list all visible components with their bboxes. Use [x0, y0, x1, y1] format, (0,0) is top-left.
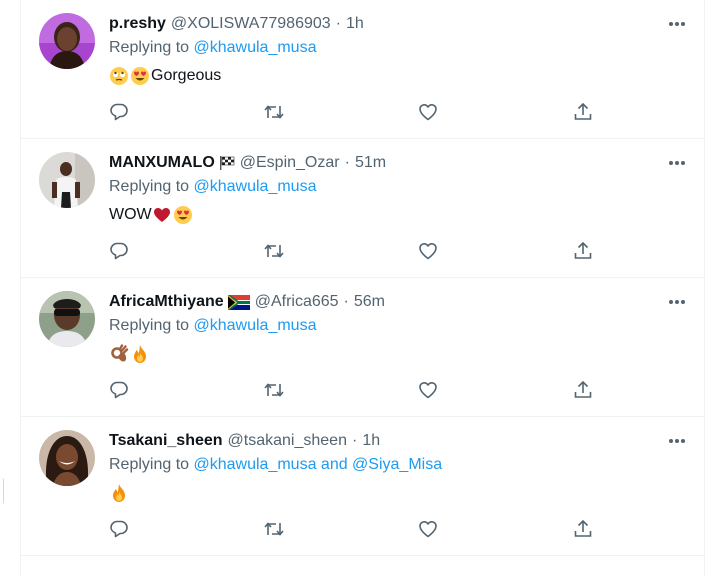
replying-to-label: Replying to: [109, 178, 194, 195]
mention-link[interactable]: @khawula_musa and @Siya_Misa: [194, 456, 443, 473]
action-bar: [21, 100, 704, 124]
tweet-text: [109, 342, 151, 366]
reply-button[interactable]: [107, 378, 131, 402]
like-icon: [419, 382, 437, 399]
timestamp[interactable]: 1h: [362, 432, 380, 450]
scroll-edge: [0, 478, 4, 504]
like-button[interactable]: [416, 239, 440, 263]
more-horizontal-icon: [669, 161, 685, 165]
share-button[interactable]: [571, 100, 595, 124]
separator-dot: ·: [343, 293, 349, 310]
checkered-flag-emoji: [219, 155, 235, 171]
action-bar: [21, 517, 704, 541]
timestamp[interactable]: 1h: [346, 15, 364, 33]
more-options-button[interactable]: [666, 431, 688, 451]
reply-button[interactable]: [107, 239, 131, 263]
avatar[interactable]: [39, 152, 95, 208]
tweet-reply[interactable]: MANXUMALO @Espin_Ozar · 51m Replying to …: [21, 139, 704, 278]
timestamp[interactable]: 56m: [354, 293, 385, 311]
south-africa-flag-emoji: [227, 294, 250, 310]
replying-to: Replying to @khawula_musa: [109, 317, 316, 335]
reply-icon: [110, 381, 128, 399]
retweet-button[interactable]: [262, 239, 286, 263]
heart-eyes-emoji: [173, 205, 193, 225]
replying-to: Replying to @khawula_musa: [109, 178, 316, 196]
author-name[interactable]: p.reshy: [109, 15, 166, 33]
retweet-icon: [264, 244, 284, 258]
share-icon: [574, 241, 592, 259]
more-options-button[interactable]: [666, 14, 688, 34]
like-icon: [419, 243, 437, 260]
reply-icon: [110, 103, 128, 121]
like-button[interactable]: [416, 378, 440, 402]
timestamp[interactable]: 51m: [355, 154, 386, 172]
more-options-button[interactable]: [666, 292, 688, 312]
replies-column: p.reshy @XOLISWA77986903 · 1h Replying t…: [20, 0, 705, 576]
more-horizontal-icon: [669, 300, 685, 304]
retweet-button[interactable]: [262, 517, 286, 541]
share-button[interactable]: [571, 378, 595, 402]
separator-dot: ·: [351, 432, 358, 449]
author-name[interactable]: AfricaMthiyane: [109, 293, 224, 311]
reply-icon: [110, 242, 128, 260]
tweet-text-body: Gorgeous: [151, 67, 222, 84]
retweet-button[interactable]: [262, 378, 286, 402]
reply-button[interactable]: [107, 100, 131, 124]
action-bar: [21, 378, 704, 402]
author-handle[interactable]: @Africa665: [255, 293, 339, 311]
like-icon: [419, 521, 437, 538]
replying-to: Replying to @khawula_musa and @Siya_Misa: [109, 456, 442, 474]
replying-to-label: Replying to: [109, 39, 194, 56]
tweet-text: [109, 481, 130, 505]
reply-icon: [110, 520, 128, 538]
replying-to-label: Replying to: [109, 317, 194, 334]
mention-link[interactable]: @khawula_musa: [194, 178, 317, 195]
fire-emoji: [130, 344, 150, 364]
reply-button[interactable]: [107, 517, 131, 541]
retweet-icon: [264, 522, 284, 536]
replying-to: Replying to @khawula_musa: [109, 39, 316, 57]
avatar[interactable]: [39, 430, 95, 486]
more-options-button[interactable]: [666, 153, 688, 173]
tweet-reply[interactable]: p.reshy @XOLISWA77986903 · 1h Replying t…: [21, 0, 704, 139]
avatar[interactable]: [39, 291, 95, 347]
share-icon: [574, 519, 592, 537]
fire-emoji: [109, 483, 129, 503]
share-button[interactable]: [571, 517, 595, 541]
replying-to-label: Replying to: [109, 456, 194, 473]
more-horizontal-icon: [669, 439, 685, 443]
ok-hand-emoji: [109, 344, 129, 364]
author-name[interactable]: MANXUMALO: [109, 154, 215, 172]
separator-dot: ·: [335, 15, 341, 32]
tweet-text-body: WOW: [109, 206, 152, 223]
separator-dot: ·: [344, 154, 350, 171]
author-handle[interactable]: @XOLISWA77986903: [171, 15, 331, 33]
share-icon: [574, 380, 592, 398]
avatar[interactable]: [39, 13, 95, 69]
retweet-icon: [264, 105, 284, 119]
author-name[interactable]: Tsakani_sheen: [109, 432, 223, 450]
tweet-reply[interactable]: Tsakani_sheen @tsakani_sheen · 1h Replyi…: [21, 417, 704, 556]
retweet-icon: [264, 383, 284, 397]
author-handle[interactable]: @tsakani_sheen: [228, 432, 347, 450]
rolling-eyes-emoji: [109, 66, 129, 86]
share-button[interactable]: [571, 239, 595, 263]
action-bar: [21, 239, 704, 263]
mention-link[interactable]: @khawula_musa: [194, 39, 317, 56]
tweet-text: Gorgeous: [109, 64, 221, 88]
tweet-reply[interactable]: AfricaMthiyane @Africa665 · 56m Replying…: [21, 278, 704, 417]
heart-eyes-emoji: [130, 66, 150, 86]
red-heart-emoji: [152, 205, 172, 225]
like-icon: [419, 104, 437, 121]
retweet-button[interactable]: [262, 100, 286, 124]
author-handle[interactable]: @Espin_Ozar: [240, 154, 340, 172]
like-button[interactable]: [416, 517, 440, 541]
share-icon: [574, 102, 592, 120]
tweet-text: WOW: [109, 203, 194, 227]
more-horizontal-icon: [669, 22, 685, 26]
mention-link[interactable]: @khawula_musa: [194, 317, 317, 334]
like-button[interactable]: [416, 100, 440, 124]
